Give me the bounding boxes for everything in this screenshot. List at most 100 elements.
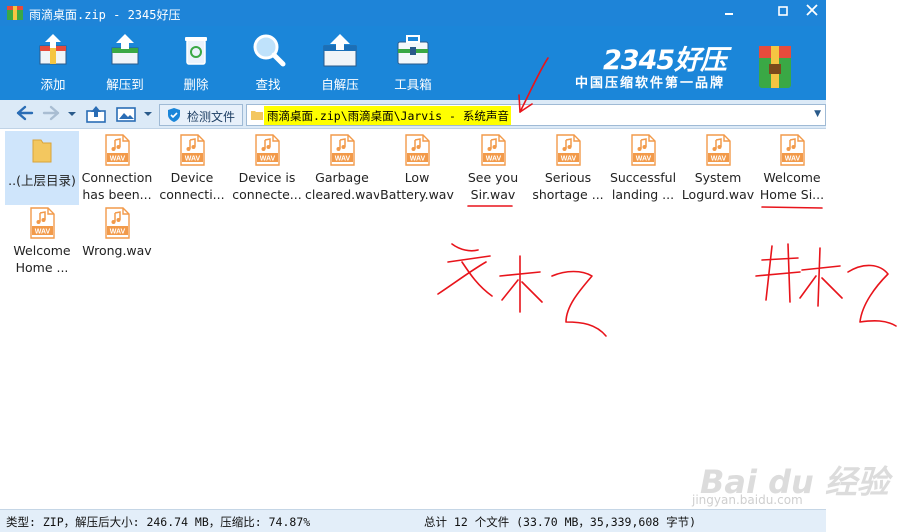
- forward-button[interactable]: [40, 105, 62, 125]
- file-name-line2: Home ...: [15, 260, 69, 275]
- file-item[interactable]: WAV See you Sir.wav: [456, 131, 530, 205]
- file-item[interactable]: WAV Serious shortage ...: [531, 131, 605, 205]
- svg-text:WAV: WAV: [636, 156, 652, 163]
- status-file-total: 总计 12 个文件 (33.70 MB，35,339,608 字节): [424, 515, 697, 529]
- toolbox-label: 工具箱: [394, 77, 432, 92]
- file-name-line2: Battery.wav: [380, 187, 454, 202]
- back-button[interactable]: [14, 105, 36, 125]
- svg-text:WAV: WAV: [335, 156, 351, 163]
- wav-file-icon: WAV: [780, 134, 805, 166]
- arrow-right-icon: [42, 105, 60, 121]
- maximize-button[interactable]: [772, 3, 794, 23]
- file-name-line2: has been...: [82, 187, 152, 202]
- up-folder-button[interactable]: [84, 105, 108, 125]
- toolbox-button[interactable]: 工具箱: [382, 30, 444, 96]
- file-name-line1: Connection: [81, 170, 153, 185]
- wav-file-icon: WAV: [180, 134, 205, 166]
- add-archive-icon: [39, 34, 67, 65]
- file-item[interactable]: WAV Connection has been...: [80, 131, 154, 205]
- history-dropdown[interactable]: [66, 105, 78, 125]
- file-item[interactable]: WAV Low Battery.wav: [380, 131, 454, 205]
- add-label: 添加: [40, 77, 66, 92]
- view-mode-button[interactable]: [114, 105, 138, 125]
- title-bar[interactable]: 雨滴桌面.zip - 2345好压: [0, 0, 826, 26]
- watermark-url: jingyan.baidu.com: [692, 493, 803, 507]
- delete-button[interactable]: 删除: [165, 30, 227, 96]
- self-extract-button[interactable]: 自解压: [309, 30, 371, 96]
- file-item[interactable]: WAV Garbage cleared.wav: [305, 131, 379, 205]
- svg-text:WAV: WAV: [561, 156, 577, 163]
- file-name-line2: shortage ...: [532, 187, 604, 202]
- wav-file-icon: WAV: [556, 134, 581, 166]
- wav-file-icon: WAV: [255, 134, 280, 166]
- file-name-line1: Serious: [544, 170, 592, 185]
- file-item[interactable]: WAV System Logurd.wav: [681, 131, 755, 205]
- svg-text:WAV: WAV: [110, 229, 126, 236]
- folder-icon: [32, 139, 52, 163]
- address-bar: 检测文件 雨滴桌面.zip\雨滴桌面\Jarvis - 系统声音 ▼: [0, 100, 826, 129]
- chevron-down-icon: [68, 112, 76, 116]
- wav-file-icon: WAV: [481, 134, 506, 166]
- image-view-icon: [116, 107, 136, 122]
- app-logo-icon: [7, 6, 23, 20]
- file-item[interactable]: WAV Device is connecte...: [230, 131, 304, 205]
- maximize-icon: [778, 6, 788, 16]
- up-folder-icon: [86, 106, 106, 123]
- brand-slogan: 中国压缩软件第一品牌: [575, 76, 726, 91]
- toolbox-icon: [397, 35, 429, 65]
- file-item[interactable]: WAV Successful landing ...: [606, 131, 680, 205]
- wav-file-icon: WAV: [105, 207, 130, 239]
- wav-file-icon: WAV: [105, 134, 130, 166]
- file-name-line1: Successful: [609, 170, 677, 185]
- check-file-button[interactable]: 检测文件: [159, 104, 243, 126]
- file-item[interactable]: WAV Welcome Home ...: [5, 204, 79, 278]
- file-name-line2: landing ...: [611, 187, 675, 202]
- file-name-line2: connecte...: [232, 187, 302, 202]
- file-name-line2: connecti...: [159, 187, 225, 202]
- delete-bin-icon: [185, 37, 207, 65]
- archive-window: 雨滴桌面.zip - 2345好压 添加 解压到 删除 查找 自解压 工具箱 2…: [0, 0, 899, 532]
- view-mode-dropdown[interactable]: [142, 105, 154, 125]
- minimize-button[interactable]: [718, 3, 740, 23]
- search-label: 查找: [255, 77, 281, 92]
- file-name-line1: Welcome: [763, 170, 821, 185]
- svg-text:WAV: WAV: [260, 156, 276, 163]
- file-item[interactable]: WAV Welcome Home Si...: [755, 131, 829, 205]
- delete-label: 删除: [183, 77, 209, 92]
- file-name-line2: Sir.wav: [470, 187, 516, 202]
- extract-to-button[interactable]: 解压到: [94, 30, 156, 96]
- add-button[interactable]: 添加: [22, 30, 84, 96]
- close-button[interactable]: [801, 3, 823, 23]
- file-name-line2: Logurd.wav: [681, 187, 755, 202]
- wav-file-icon: WAV: [330, 134, 355, 166]
- extract-to-label: 解压到: [106, 77, 144, 92]
- check-file-label: 检测文件: [187, 110, 236, 124]
- file-name-line1: Welcome: [13, 243, 71, 258]
- file-item[interactable]: WAV Device connecti...: [155, 131, 229, 205]
- wav-file-icon: WAV: [30, 207, 55, 239]
- status-archive-info: 类型: ZIP，解压后大小: 246.74 MB，压缩比: 74.87%: [6, 515, 311, 529]
- search-button[interactable]: 查找: [237, 30, 299, 96]
- path-field[interactable]: 雨滴桌面.zip\雨滴桌面\Jarvis - 系统声音 ▼: [246, 104, 826, 126]
- search-magnifier-icon: [253, 34, 286, 67]
- file-name-line1: See you: [467, 170, 519, 185]
- self-extract-icon: [323, 34, 357, 67]
- brand-logo: 2345好压 中国压缩软件第一品牌: [575, 36, 815, 96]
- file-name-line1: Device: [170, 170, 214, 185]
- file-name-line2: cleared.wav: [305, 187, 379, 202]
- parent-folder-item[interactable]: ..(上层目录): [5, 131, 79, 205]
- file-name-line1: ..(上层目录): [8, 173, 76, 188]
- svg-text:WAV: WAV: [711, 156, 727, 163]
- file-name-line1: Garbage: [315, 170, 369, 185]
- arrow-left-icon: [16, 105, 34, 121]
- path-dropdown-icon[interactable]: ▼: [814, 109, 821, 119]
- file-name-line1: System: [694, 170, 742, 185]
- chevron-down-icon: [144, 112, 152, 116]
- file-item[interactable]: WAV Wrong.wav: [80, 204, 154, 278]
- extract-to-icon: [111, 34, 139, 65]
- svg-text:WAV: WAV: [410, 156, 426, 163]
- minimize-icon: [725, 13, 733, 15]
- path-text: 雨滴桌面.zip\雨滴桌面\Jarvis - 系统声音: [267, 109, 509, 123]
- window-title: 雨滴桌面.zip - 2345好压: [29, 8, 181, 22]
- file-name-line2: Home Si...: [759, 187, 825, 202]
